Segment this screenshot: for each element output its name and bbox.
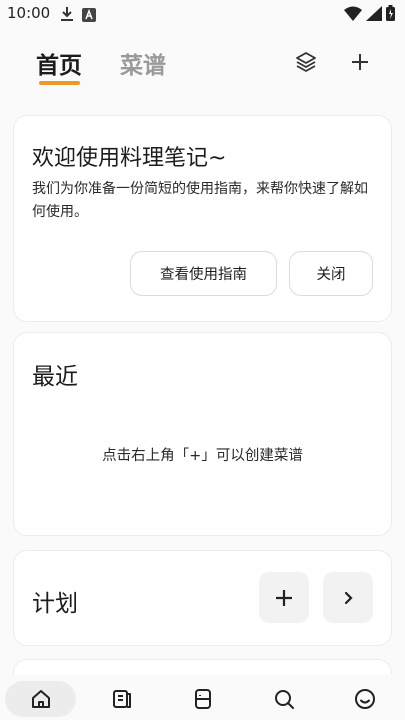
plan-title: 计划 — [32, 591, 78, 617]
a-letter-notification-icon — [82, 7, 96, 26]
home-icon — [31, 690, 50, 708]
bottom-nav — [0, 674, 405, 720]
chevron-right-icon — [344, 591, 353, 604]
battery-icon — [386, 5, 395, 25]
tab-home[interactable]: 首页 — [36, 46, 82, 80]
recipe-book-icon — [113, 690, 131, 708]
status-bar: 10:00 — [0, 0, 405, 30]
plus-icon[interactable] — [346, 48, 374, 76]
wifi-icon — [344, 6, 362, 25]
welcome-title: 欢迎使用料理笔记~ — [32, 146, 227, 171]
layers-icon[interactable] — [292, 48, 320, 76]
welcome-card: 欢迎使用料理笔记~ 我们为你准备一份简短的使用指南，来帮你快速了解如何使用。 查… — [13, 115, 392, 322]
download-icon — [60, 6, 74, 26]
nav-pantry[interactable] — [186, 681, 220, 717]
nav-home[interactable] — [5, 681, 76, 717]
status-right-icons — [344, 5, 395, 25]
plan-card: 计划 — [13, 550, 392, 646]
recent-card: 最近 点击右上角「+」可以创建菜谱 — [13, 332, 392, 536]
signal-icon — [366, 5, 382, 25]
status-time: 10:00 — [7, 4, 51, 22]
tab-recipes[interactable]: 菜谱 — [120, 46, 166, 80]
plan-more-button[interactable] — [323, 572, 373, 623]
pantry-icon — [195, 689, 211, 709]
recent-empty-text: 点击右上角「+」可以创建菜谱 — [102, 448, 303, 464]
close-button[interactable]: 关闭 — [289, 251, 373, 296]
add-plan-button[interactable] — [259, 572, 309, 623]
nav-recipes[interactable] — [105, 681, 139, 717]
view-guide-button[interactable]: 查看使用指南 — [130, 251, 277, 296]
smiley-icon — [355, 689, 375, 709]
recent-title: 最近 — [32, 364, 78, 390]
welcome-description: 我们为你准备一份简短的使用指南，来帮你快速了解如何使用。 — [32, 181, 368, 220]
status-left-icons — [60, 6, 96, 26]
nav-me[interactable] — [348, 681, 382, 717]
nav-search[interactable] — [267, 681, 301, 717]
top-bar: 首页 菜谱 — [0, 36, 405, 96]
search-icon — [275, 690, 294, 709]
plus-icon — [276, 589, 292, 606]
active-tab-indicator — [39, 81, 80, 85]
